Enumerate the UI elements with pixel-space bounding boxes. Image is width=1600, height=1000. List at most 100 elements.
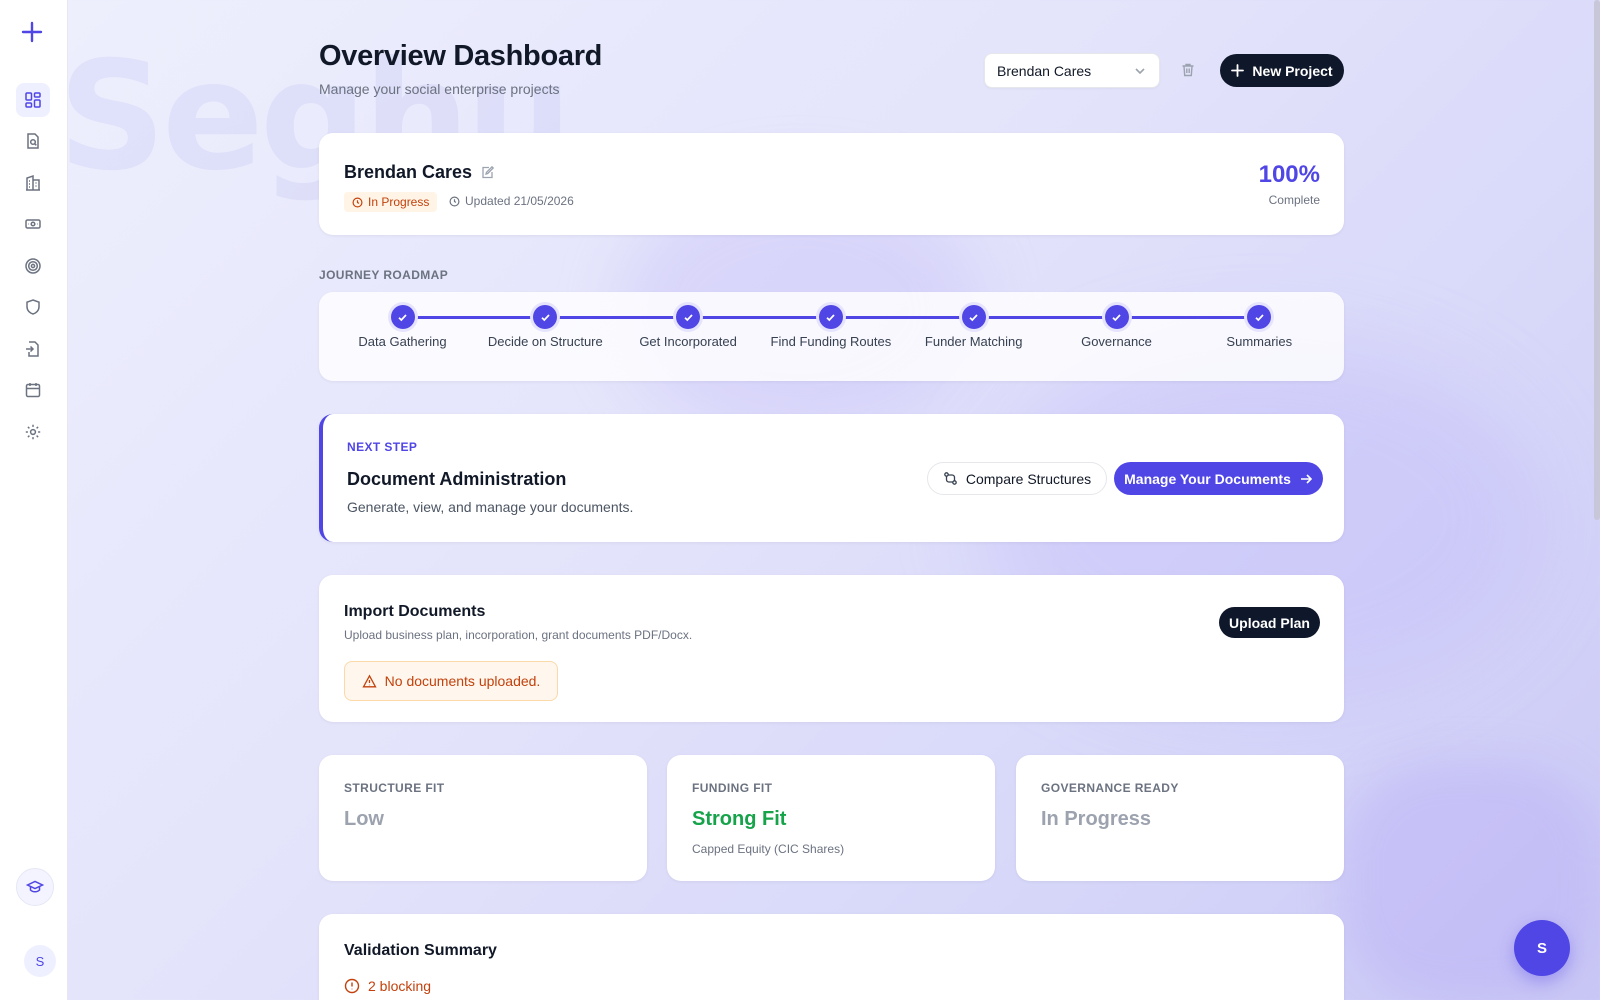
new-project-label: New Project (1252, 62, 1333, 79)
clock-icon (449, 196, 460, 206)
no-documents-warning: No documents uploaded. (344, 661, 558, 701)
git-compare-icon (944, 472, 957, 485)
progress-percent: 100% (1258, 161, 1320, 188)
metric-structure-fit: STRUCTURE FIT Low (319, 755, 647, 881)
metric-value: Low (344, 808, 384, 830)
blocking-count-label: 2 blocking (368, 978, 432, 994)
check-icon (533, 305, 558, 329)
status-badge-label: In Progress (368, 195, 430, 209)
shield-icon (26, 299, 40, 315)
plus-icon (1231, 64, 1245, 77)
roadmap-step[interactable]: Get Incorporated (617, 305, 760, 349)
avatar[interactable]: S (24, 945, 56, 977)
metric-subtext: Capped Equity (CIC Shares) (692, 842, 845, 856)
warning-triangle-icon (362, 673, 377, 687)
page-subtitle: Manage your social enterprise projects (319, 81, 560, 97)
manage-documents-button[interactable]: Manage Your Documents (1114, 462, 1323, 495)
project-name: Brendan Cares (344, 162, 473, 182)
sidebar-item-learn[interactable] (16, 868, 54, 906)
import-title: Import Documents (344, 603, 486, 620)
sidebar-item-settings[interactable] (16, 415, 50, 449)
sidebar-item-import[interactable] (16, 332, 50, 366)
project-select-value: Brendan Cares (997, 62, 1092, 79)
roadmap-step[interactable]: Find Funding Routes (759, 305, 902, 349)
metric-label: FUNDING FIT (692, 781, 773, 795)
document-search-icon (27, 133, 39, 149)
roadmap-step-label: Data Gathering (358, 334, 447, 349)
roadmap-step[interactable]: Decide on Structure (474, 305, 617, 349)
roadmap-heading: JOURNEY ROADMAP (319, 268, 449, 282)
page-title: Overview Dashboard (319, 40, 603, 72)
building-icon (26, 174, 40, 191)
roadmap-step[interactable]: Funder Matching (902, 305, 1045, 349)
no-documents-label: No documents uploaded. (384, 673, 541, 689)
sidebar-item-dashboard[interactable] (16, 83, 50, 117)
sidebar-item-structure[interactable] (16, 166, 50, 200)
metric-value: In Progress (1041, 808, 1152, 830)
upload-plan-button[interactable]: Upload Plan (1219, 607, 1320, 638)
metric-funding-fit: FUNDING FIT Strong Fit Capped Equity (CI… (667, 755, 995, 881)
metric-value: Strong Fit (692, 808, 787, 830)
status-badge: In Progress (344, 192, 438, 212)
progress-label: Complete (1268, 193, 1320, 207)
assistant-chat-button[interactable]: S (1514, 920, 1570, 976)
last-updated-label: Updated 21/05/2026 (465, 194, 574, 208)
money-icon (25, 219, 41, 229)
delete-project-button[interactable] (1176, 58, 1200, 82)
chevron-down-icon (1135, 67, 1145, 74)
import-description: Upload business plan, incorporation, gra… (344, 628, 693, 642)
check-icon (1247, 305, 1272, 329)
project-summary-card: Brendan Cares In Progress Updated 21/05/… (319, 133, 1344, 235)
blocking-count[interactable]: 2 blocking (344, 978, 431, 994)
next-step-kicker: NEXT STEP (347, 440, 418, 454)
roadmap-step-label: Decide on Structure (487, 334, 603, 349)
gear-icon (25, 424, 41, 440)
arrow-right-icon (1300, 473, 1313, 484)
calendar-icon (25, 383, 41, 398)
dashboard-icon (25, 92, 41, 108)
roadmap-step[interactable]: Summaries (1188, 305, 1331, 349)
sidebar-item-governance[interactable] (16, 290, 50, 324)
check-icon (961, 305, 986, 329)
check-icon (818, 305, 843, 329)
check-icon (390, 305, 415, 329)
roadmap-step[interactable]: Governance (1045, 305, 1188, 349)
manage-documents-label: Manage Your Documents (1124, 470, 1291, 487)
new-project-button[interactable]: New Project (1220, 54, 1344, 87)
roadmap-step-label: Get Incorporated (639, 334, 737, 349)
metric-label: STRUCTURE FIT (344, 781, 445, 795)
last-updated: Updated 21/05/2026 (449, 194, 574, 208)
validation-summary-card: Validation Summary 2 blocking (319, 914, 1344, 1000)
validation-title: Validation Summary (344, 942, 497, 959)
file-import-icon (26, 341, 39, 357)
plus-logo-icon[interactable] (18, 18, 46, 46)
sidebar-item-calendar[interactable] (16, 373, 50, 407)
sidebar-item-matching[interactable] (16, 249, 50, 283)
journey-roadmap: Data Gathering Decide on Structure Get Inc… (319, 292, 1344, 381)
check-icon (1104, 305, 1129, 329)
roadmap-step-label: Governance (1081, 334, 1152, 349)
next-step-title: Document Administration (347, 469, 567, 489)
project-name-row: Brendan Cares (344, 162, 495, 183)
metric-label: GOVERNANCE READY (1041, 781, 1179, 795)
sidebar-item-documents[interactable] (16, 124, 50, 158)
roadmap-step-label: Summaries (1226, 334, 1293, 349)
check-icon (676, 305, 701, 329)
alert-circle-icon (344, 978, 360, 994)
scrollbar[interactable] (1594, 0, 1600, 520)
compare-structures-button[interactable]: Compare Structures (927, 462, 1107, 495)
edit-icon[interactable] (480, 165, 495, 180)
sidebar: S (0, 0, 68, 1000)
roadmap-step-label: Find Funding Routes (770, 334, 892, 349)
roadmap-step-label: Funder Matching (924, 334, 1023, 349)
next-step-description: Generate, view, and manage your document… (347, 499, 634, 515)
metric-governance-ready: GOVERNANCE READY In Progress (1016, 755, 1344, 881)
target-icon (25, 258, 41, 274)
compare-structures-label: Compare Structures (965, 470, 1092, 487)
trash-icon (1182, 63, 1194, 77)
project-select[interactable]: Brendan Cares (984, 53, 1160, 88)
graduation-cap-icon (26, 880, 44, 893)
sidebar-item-funding[interactable] (16, 207, 50, 241)
roadmap-step[interactable]: Data Gathering (331, 305, 474, 349)
clock-warning-icon (352, 197, 363, 207)
